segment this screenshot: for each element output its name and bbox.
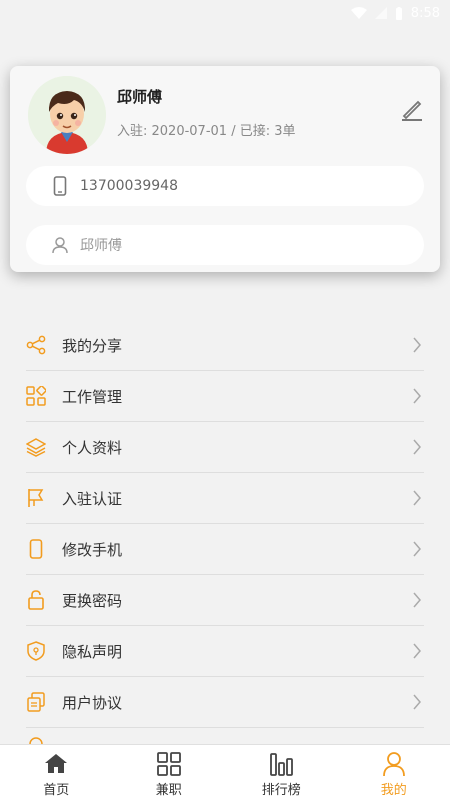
chevron-right-icon (413, 439, 421, 455)
bar-chart-icon (270, 753, 294, 776)
menu-item-certification[interactable]: 入驻认证 (26, 473, 424, 524)
apps-icon (156, 752, 181, 776)
flag-icon (26, 488, 46, 508)
grid-icon (26, 386, 46, 406)
name-value: 邱师傅 (80, 238, 122, 254)
document-icon (26, 692, 46, 712)
mobile-icon (50, 176, 70, 196)
menu-label: 隐私声明 (62, 642, 123, 661)
wifi-icon (350, 7, 367, 19)
menu-label: 我的分享 (62, 336, 123, 355)
settings-menu: 我的分享 工作管理 个人资料 入驻认证 修改手机 更换密码 隐私声明 用户协议 (26, 320, 424, 748)
chevron-right-icon (413, 694, 421, 710)
tab-label: 首页 (43, 783, 70, 798)
user-name: 邱师傅 (117, 88, 163, 106)
menu-label: 个人资料 (62, 438, 123, 457)
menu-label: 更换密码 (62, 591, 123, 610)
edit-button[interactable] (398, 96, 426, 124)
menu-label: 修改手机 (62, 540, 123, 559)
tab-label: 我的 (380, 783, 407, 798)
menu-item-agreement[interactable]: 用户协议 (26, 677, 424, 728)
status-time: 8:58 (410, 5, 440, 21)
user-icon (382, 752, 405, 777)
tab-mine[interactable]: 我的 (338, 745, 450, 800)
name-field[interactable]: 邱师傅 (26, 225, 424, 265)
bottom-tab-bar: 首页 兼职 排行榜 我的 (0, 744, 450, 800)
tab-home[interactable]: 首页 (0, 745, 113, 800)
menu-label: 用户协议 (62, 693, 123, 712)
user-meta: 入驻: 2020-07-01 / 已接: 3单 (117, 124, 296, 139)
menu-item-privacy[interactable]: 隐私声明 (26, 626, 424, 677)
signal-icon (374, 7, 387, 19)
tab-label: 兼职 (155, 783, 182, 798)
chevron-right-icon (413, 388, 421, 404)
menu-item-work[interactable]: 工作管理 (26, 371, 424, 422)
phone-field[interactable]: 13700039948 (26, 166, 424, 206)
share-icon (26, 335, 46, 355)
menu-label: 入驻认证 (62, 489, 123, 508)
phone-value: 13700039948 (80, 178, 178, 194)
chevron-right-icon (413, 592, 421, 608)
profile-card: 邱师傅 入驻: 2020-07-01 / 已接: 3单 13700039948 … (10, 66, 440, 272)
avatar[interactable] (28, 76, 106, 154)
menu-item-share[interactable]: 我的分享 (26, 320, 424, 371)
chevron-right-icon (413, 541, 421, 557)
layers-icon (26, 437, 46, 457)
pencil-icon (402, 100, 422, 121)
chevron-right-icon (413, 490, 421, 506)
home-icon (45, 754, 68, 773)
menu-label: 工作管理 (62, 387, 123, 406)
user-icon (50, 235, 70, 255)
lock-icon (26, 590, 46, 610)
battery-icon (395, 6, 402, 20)
menu-item-profile[interactable]: 个人资料 (26, 422, 424, 473)
status-bar: 8:58 (0, 0, 450, 26)
menu-item-change-password[interactable]: 更换密码 (26, 575, 424, 626)
chevron-right-icon (413, 643, 421, 659)
chevron-right-icon (413, 337, 421, 353)
tab-ranking[interactable]: 排行榜 (225, 745, 338, 800)
tab-label: 排行榜 (261, 783, 301, 798)
mobile-icon (26, 539, 46, 559)
menu-item-change-phone[interactable]: 修改手机 (26, 524, 424, 575)
tab-parttime[interactable]: 兼职 (113, 745, 226, 800)
shield-icon (26, 641, 46, 661)
